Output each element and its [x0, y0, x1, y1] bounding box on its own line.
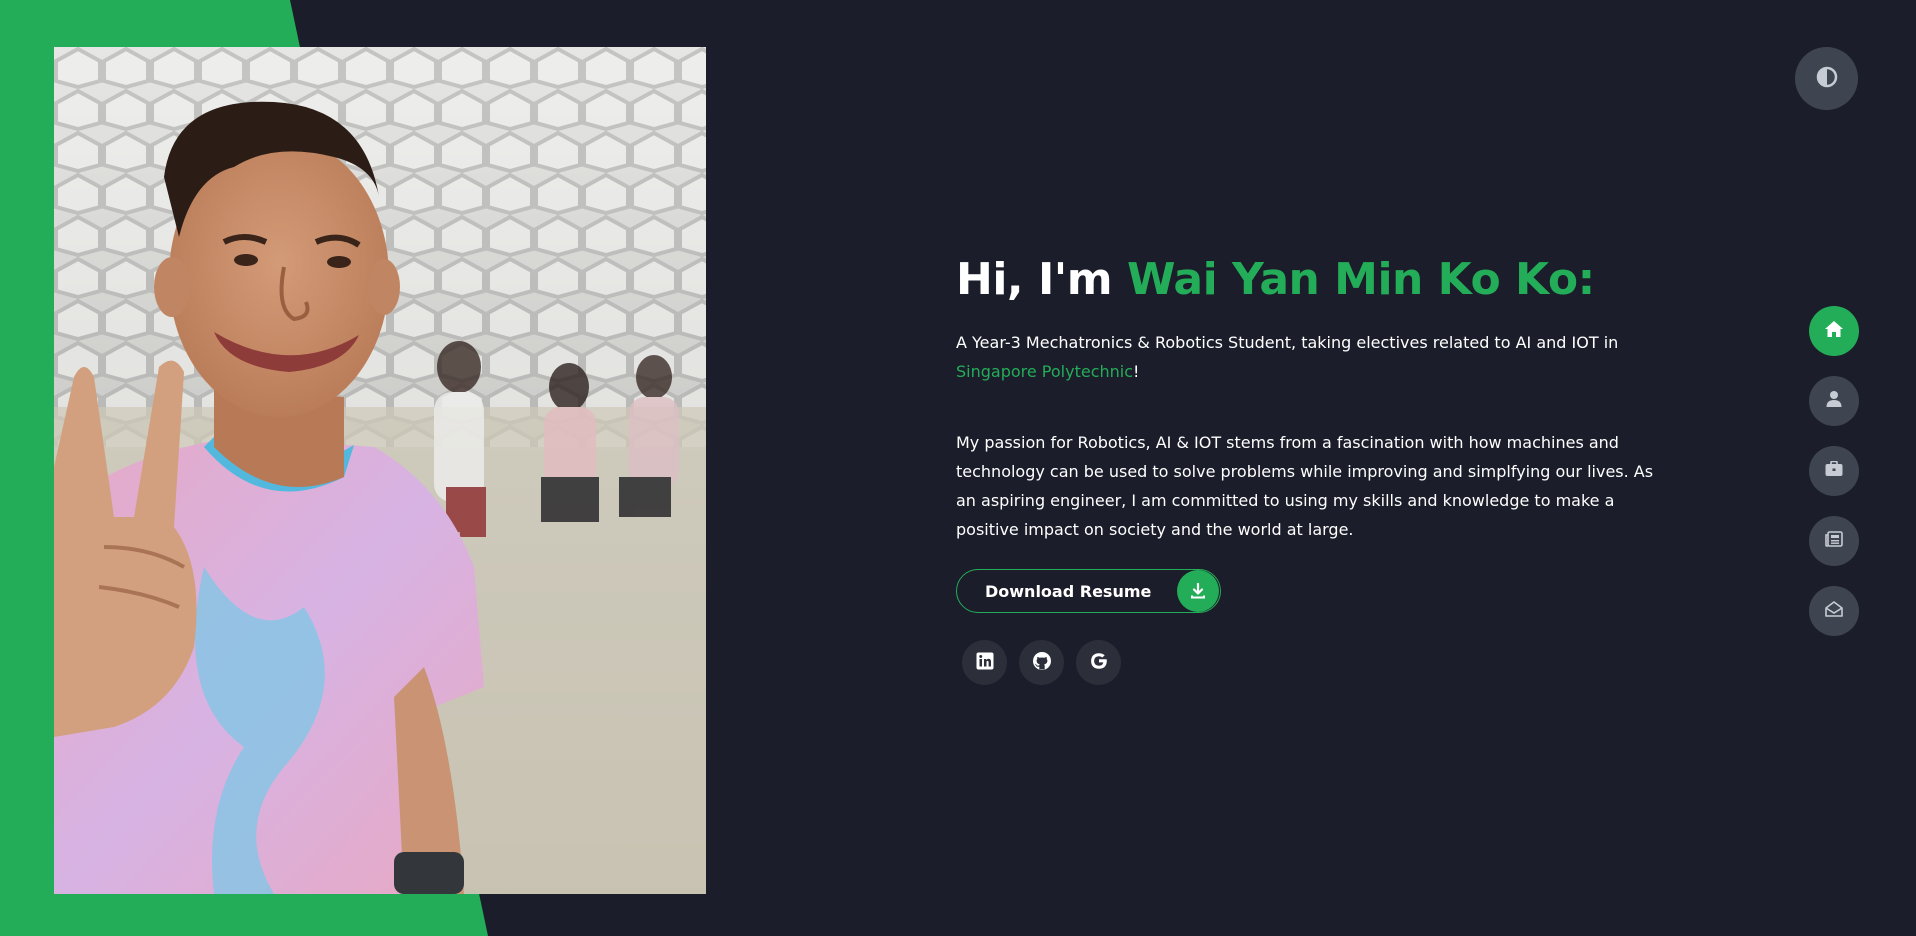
- side-navigation: [1809, 306, 1859, 656]
- nav-portfolio-button[interactable]: [1809, 446, 1859, 496]
- social-links: [962, 640, 1656, 685]
- home-icon: [1824, 320, 1844, 342]
- intro-paragraph: A Year-3 Mechatronics & Robotics Student…: [956, 328, 1656, 386]
- github-link[interactable]: [1019, 640, 1064, 685]
- passion-paragraph: My passion for Robotics, AI & IOT stems …: [956, 433, 1654, 539]
- download-resume-button[interactable]: Download Resume: [956, 569, 1222, 613]
- nav-contact-button[interactable]: [1809, 586, 1859, 636]
- hero-headline: Hi, I'm Wai Yan Min Ko Ko:: [956, 250, 1656, 310]
- google-icon: [1089, 651, 1109, 675]
- envelope-open-icon: [1825, 600, 1843, 622]
- intro-text: A Year-3 Mechatronics & Robotics Student…: [956, 333, 1619, 352]
- github-icon: [1032, 651, 1052, 675]
- contrast-icon: [1815, 65, 1839, 93]
- hero-section: Hi, I'm Wai Yan Min Ko Ko: A Year-3 Mech…: [956, 250, 1656, 685]
- newspaper-icon: [1825, 531, 1843, 551]
- user-icon: [1825, 390, 1843, 412]
- download-resume-label: Download Resume: [985, 581, 1152, 601]
- greeting-text: Hi, I'm: [956, 254, 1127, 305]
- linkedin-icon: [976, 652, 994, 674]
- google-link[interactable]: [1076, 640, 1121, 685]
- profile-photo: [54, 47, 706, 894]
- linkedin-link[interactable]: [962, 640, 1007, 685]
- school-name: Singapore Polytechnic: [956, 362, 1134, 381]
- nav-blog-button[interactable]: [1809, 516, 1859, 566]
- nav-about-button[interactable]: [1809, 376, 1859, 426]
- briefcase-icon: [1825, 460, 1843, 481]
- hero-name: Wai Yan Min Ko Ko:: [1126, 254, 1595, 305]
- nav-home-button[interactable]: [1809, 306, 1859, 356]
- intro-suffix: !: [1133, 362, 1140, 381]
- theme-toggle-button[interactable]: [1795, 47, 1858, 110]
- download-icon: [1177, 570, 1220, 612]
- page: Hi, I'm Wai Yan Min Ko Ko: A Year-3 Mech…: [0, 0, 1916, 936]
